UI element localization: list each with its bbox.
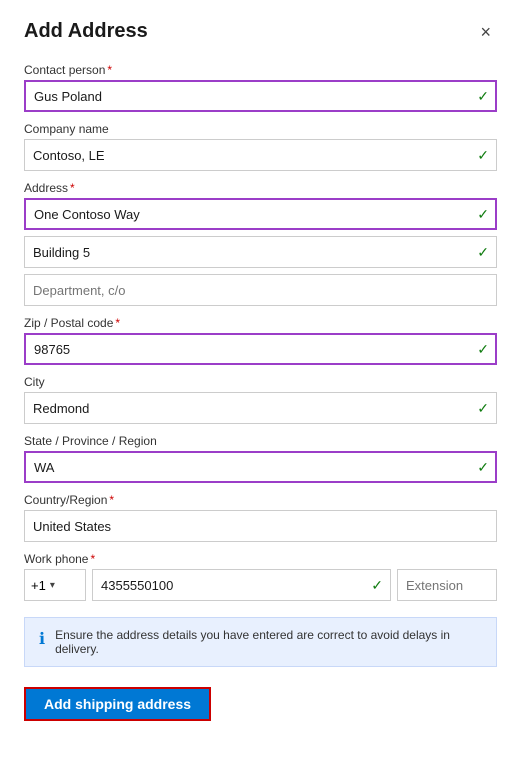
work-phone-label: Work phone* — [24, 552, 497, 566]
city-label: City — [24, 375, 497, 389]
zip-wrapper: ✓ — [24, 333, 497, 365]
zip-label: Zip / Postal code* — [24, 316, 497, 330]
dialog-title: Add Address — [24, 20, 148, 43]
country-wrapper — [24, 510, 497, 542]
address-line1-wrapper: ✓ — [24, 198, 497, 230]
company-name-label: Company name — [24, 122, 497, 136]
contact-person-wrapper: ✓ — [24, 80, 497, 112]
company-name-input[interactable] — [24, 139, 497, 171]
work-phone-group: Work phone* +1 ▾ ✓ — [24, 552, 497, 601]
chevron-down-icon: ▾ — [50, 580, 55, 591]
phone-number-wrapper: ✓ — [92, 569, 391, 601]
phone-row: +1 ▾ ✓ — [24, 569, 497, 601]
state-group: State / Province / Region ✓ — [24, 434, 497, 483]
phone-extension-input[interactable] — [397, 569, 497, 601]
country-input[interactable] — [24, 510, 497, 542]
contact-person-input[interactable] — [24, 80, 497, 112]
address-line1-input[interactable] — [24, 198, 497, 230]
company-name-wrapper: ✓ — [24, 139, 497, 171]
dialog-header: Add Address × — [24, 20, 497, 43]
zip-group: Zip / Postal code* ✓ — [24, 316, 497, 365]
phone-country-code: +1 — [31, 578, 46, 593]
add-shipping-address-button[interactable]: Add shipping address — [24, 687, 211, 721]
address-line2-wrapper: ✓ — [24, 236, 497, 268]
address-line3-wrapper — [24, 274, 497, 306]
add-address-dialog: Add Address × Contact person* ✓ Company … — [0, 0, 521, 761]
footer-row: Add shipping address — [24, 687, 497, 721]
info-icon: ℹ — [39, 629, 45, 649]
contact-person-label: Contact person* — [24, 63, 497, 77]
phone-number-input[interactable] — [92, 569, 391, 601]
address-label-group: Address* ✓ ✓ — [24, 181, 497, 306]
phone-extension-wrapper — [397, 569, 497, 601]
city-wrapper: ✓ — [24, 392, 497, 424]
city-group: City ✓ — [24, 375, 497, 424]
contact-person-group: Contact person* ✓ — [24, 63, 497, 112]
info-message: Ensure the address details you have ente… — [55, 628, 482, 656]
address-label: Address* — [24, 181, 497, 195]
country-group: Country/Region* — [24, 493, 497, 542]
country-label: Country/Region* — [24, 493, 497, 507]
zip-input[interactable] — [24, 333, 497, 365]
phone-country-selector[interactable]: +1 ▾ — [24, 569, 86, 601]
state-wrapper: ✓ — [24, 451, 497, 483]
address-line3-input[interactable] — [24, 274, 497, 306]
company-name-group: Company name ✓ — [24, 122, 497, 171]
state-input[interactable] — [24, 451, 497, 483]
city-input[interactable] — [24, 392, 497, 424]
info-box: ℹ Ensure the address details you have en… — [24, 617, 497, 667]
address-line2-input[interactable] — [24, 236, 497, 268]
state-label: State / Province / Region — [24, 434, 497, 448]
close-button[interactable]: × — [474, 21, 497, 43]
